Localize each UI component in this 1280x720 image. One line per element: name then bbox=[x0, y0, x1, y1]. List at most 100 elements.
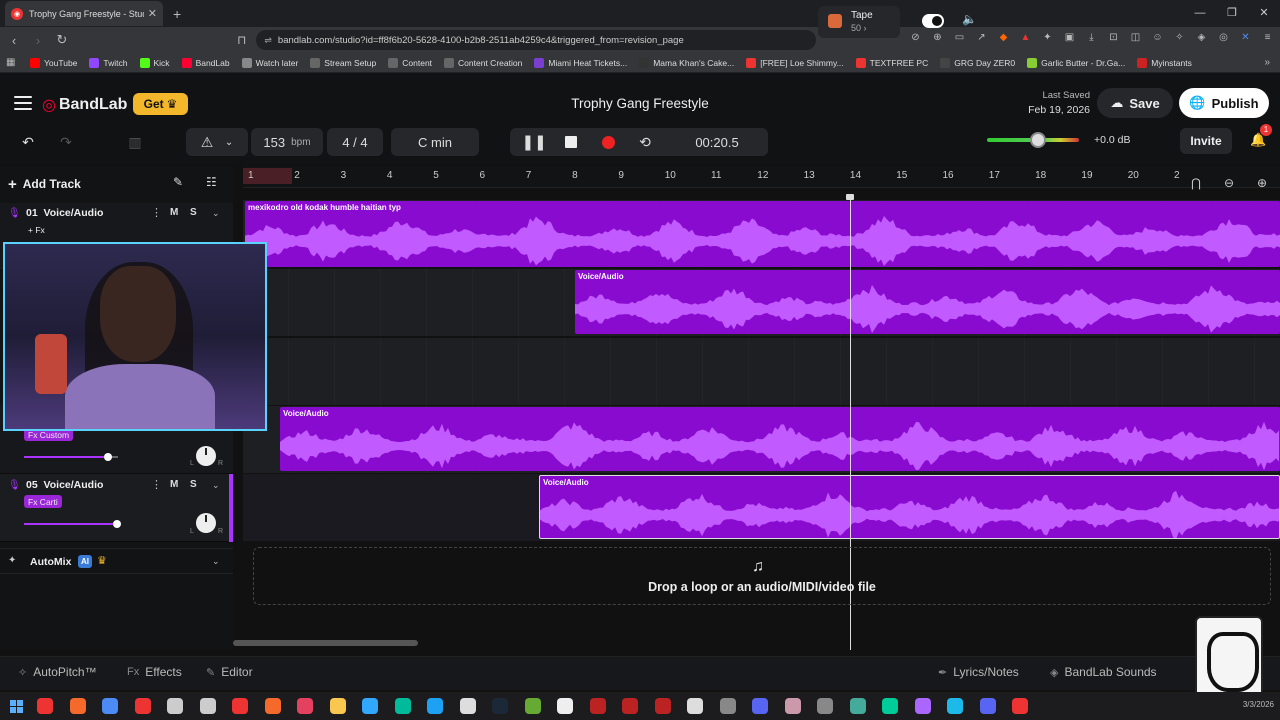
windows-start-icon[interactable] bbox=[10, 699, 23, 713]
bar-number[interactable]: 9 bbox=[618, 170, 624, 181]
taskbar-app-icon[interactable] bbox=[784, 698, 801, 714]
bookmark-item[interactable]: [FREE] Loe Shimmy... bbox=[746, 57, 844, 68]
taskbar-app-icon[interactable] bbox=[459, 698, 476, 714]
taskbar-app-icon[interactable] bbox=[817, 698, 833, 714]
drop-zone[interactable] bbox=[253, 547, 1271, 605]
back-icon[interactable]: ‹ bbox=[4, 33, 24, 48]
site-info-icon[interactable]: ⇌ bbox=[264, 35, 272, 46]
zoom-in-icon[interactable]: ⊕ bbox=[1257, 176, 1267, 190]
zoom-out-icon[interactable]: ⊖ bbox=[1224, 176, 1234, 190]
tape-effect-button[interactable]: Tape 50 › bbox=[818, 6, 900, 38]
bar-number[interactable]: 2 bbox=[1174, 170, 1180, 181]
more-bookmarks-icon[interactable]: » bbox=[1264, 57, 1270, 68]
time-signature-field[interactable]: 4 / 4 bbox=[327, 128, 383, 156]
invite-button[interactable]: Invite bbox=[1180, 128, 1232, 154]
bandlab-logo[interactable]: ◎ BandLab bbox=[42, 95, 127, 115]
automation-icon[interactable]: ✎ bbox=[173, 175, 183, 189]
bookmark-item[interactable]: BandLab bbox=[181, 57, 230, 68]
taskbar-app-icon[interactable] bbox=[914, 698, 931, 714]
bar-number[interactable]: 17 bbox=[989, 170, 1000, 181]
audio-region[interactable]: mexikodro old kodak humble haitian typ bbox=[245, 201, 1280, 267]
taskbar-app-icon[interactable] bbox=[297, 698, 313, 714]
audio-region[interactable]: Voice/Audio bbox=[575, 270, 1280, 334]
pan-knob[interactable] bbox=[196, 513, 216, 533]
bar-number[interactable]: 15 bbox=[896, 170, 907, 181]
bookmark-item[interactable]: YouTube bbox=[30, 57, 77, 68]
browser-tab-active[interactable]: ◉ Trophy Gang Freestyle - Studi ✕ bbox=[5, 1, 163, 26]
brave-extension-icon[interactable]: ✕ bbox=[1239, 31, 1252, 44]
bookmark-item[interactable]: Content bbox=[388, 57, 432, 68]
taskbar-app-icon[interactable] bbox=[134, 698, 151, 714]
bar-number[interactable]: 12 bbox=[757, 170, 768, 181]
close-tab-icon[interactable]: ✕ bbox=[148, 7, 157, 20]
apps-grid-icon[interactable]: ▦ bbox=[6, 57, 16, 68]
pause-button[interactable]: ❚❚ bbox=[521, 128, 546, 156]
chevron-down-icon[interactable]: ⌄ bbox=[212, 556, 220, 567]
taskbar-app-icon[interactable] bbox=[979, 698, 996, 714]
bookmark-item[interactable]: Content Creation bbox=[444, 57, 522, 68]
bar-number[interactable]: 16 bbox=[943, 170, 954, 181]
taskbar-app-icon[interactable] bbox=[687, 698, 703, 714]
bar-number[interactable]: 14 bbox=[850, 170, 861, 181]
taskbar-app-icon[interactable] bbox=[37, 698, 53, 714]
editor-button[interactable]: ✎ Editor bbox=[206, 665, 253, 679]
horizontal-scrollbar[interactable] bbox=[233, 640, 418, 646]
downloads-icon[interactable]: ⤓ bbox=[1085, 31, 1098, 44]
track-options-icon[interactable]: ⋮ bbox=[151, 478, 162, 491]
lyrics-notes-button[interactable]: ✒ Lyrics/Notes bbox=[938, 665, 1019, 679]
bandlab-sounds-button[interactable]: ◈ BandLab Sounds bbox=[1050, 665, 1157, 679]
shields-icon[interactable]: ◎ bbox=[1217, 31, 1230, 44]
mixer-icon[interactable]: ☷ bbox=[206, 175, 217, 189]
bar-number[interactable]: 11 bbox=[711, 170, 721, 181]
bar-number[interactable]: 5 bbox=[433, 170, 439, 181]
bar-number[interactable]: 4 bbox=[387, 170, 393, 181]
share-icon[interactable]: ↗ bbox=[975, 31, 988, 44]
undo-icon[interactable]: ↶ bbox=[16, 128, 40, 156]
magnet-snap-icon[interactable]: ⋂ bbox=[1191, 176, 1201, 190]
taskbar-app-icon[interactable] bbox=[167, 698, 183, 714]
bookmark-item[interactable]: Myinstants bbox=[1137, 57, 1192, 68]
vpn-icon[interactable]: ◈ bbox=[1195, 31, 1208, 44]
bookmark-item[interactable]: TEXTFREE PC bbox=[855, 57, 928, 68]
bar-number[interactable]: 6 bbox=[480, 170, 486, 181]
menu-icon[interactable]: ≡ bbox=[1261, 31, 1274, 44]
minimize-icon[interactable]: — bbox=[1184, 0, 1216, 27]
taskbar-app-icon[interactable] bbox=[524, 698, 541, 714]
bookmark-item[interactable]: GRG Day ZER0 bbox=[940, 57, 1015, 68]
bookmark-item[interactable]: Watch later bbox=[241, 57, 298, 68]
bar-number[interactable]: 7 bbox=[526, 170, 532, 181]
bar-number[interactable]: 18 bbox=[1035, 170, 1046, 181]
loop-button[interactable]: ⟲ bbox=[634, 128, 656, 156]
screenshot-icon[interactable]: ⊡ bbox=[1107, 31, 1120, 44]
taskbar-app-icon[interactable] bbox=[492, 698, 508, 714]
audio-region[interactable]: Voice/Audio bbox=[280, 407, 1280, 471]
effects-button[interactable]: Fx Effects bbox=[127, 665, 182, 679]
taskbar-app-icon[interactable] bbox=[427, 698, 443, 714]
rewards-icon[interactable]: ▲ bbox=[1019, 31, 1032, 44]
track-options-icon[interactable]: ⋮ bbox=[151, 206, 162, 219]
bar-number[interactable]: 8 bbox=[572, 170, 578, 181]
profile-icon[interactable]: ☺ bbox=[1151, 31, 1164, 44]
track-05[interactable]: 🎙 05 Voice/Audio ⋮ M S ⌄ Fx Carti L R bbox=[0, 474, 233, 542]
redo-icon[interactable]: ↷ bbox=[54, 128, 78, 156]
track-volume-slider[interactable] bbox=[24, 453, 118, 461]
bar-number[interactable]: 3 bbox=[341, 170, 347, 181]
taskbar-app-icon[interactable] bbox=[1012, 698, 1028, 714]
bookmark-item[interactable]: Garlic Butter - Dr.Ga... bbox=[1027, 57, 1125, 68]
tempo-field[interactable]: 153 bpm bbox=[251, 128, 323, 156]
audio-region-selected[interactable]: Voice/Audio bbox=[539, 475, 1280, 539]
solo-button[interactable]: S bbox=[190, 479, 197, 490]
automix-row[interactable]: ✦ AutoMix AI ♛ ⌄ bbox=[0, 548, 233, 574]
taskbar-app-icon[interactable] bbox=[622, 698, 638, 714]
key-field[interactable]: C min bbox=[391, 128, 479, 156]
stop-button[interactable] bbox=[560, 128, 582, 156]
reload-icon[interactable]: ↻ bbox=[52, 32, 72, 48]
taskbar-app-icon[interactable] bbox=[882, 698, 898, 714]
zoom-icon[interactable]: ⊕ bbox=[931, 31, 944, 44]
taskbar-app-icon[interactable] bbox=[329, 698, 346, 714]
lane-3[interactable] bbox=[243, 338, 1280, 406]
new-tab-icon[interactable]: + bbox=[173, 6, 181, 22]
taskbar-app-icon[interactable] bbox=[752, 698, 768, 714]
leo-icon[interactable]: ✧ bbox=[1173, 31, 1186, 44]
taskbar-app-icon[interactable] bbox=[69, 698, 86, 714]
